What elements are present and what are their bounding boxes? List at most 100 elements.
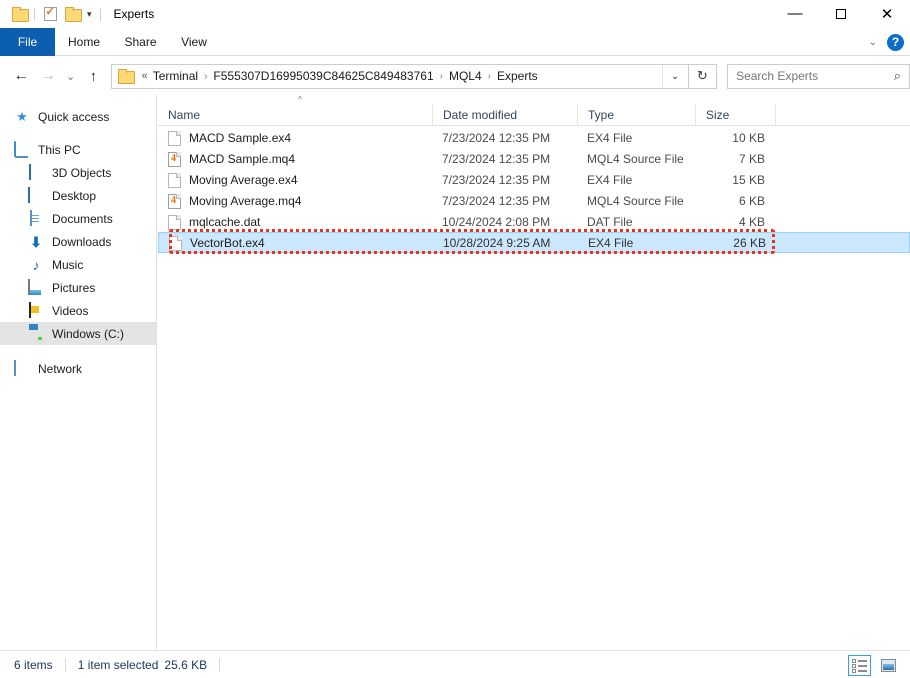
address-bar-row: ← → ⌄ ↑ « Terminal › F555307D16995039C84…: [0, 57, 910, 95]
address-bar[interactable]: « Terminal › F555307D16995039C84625C8494…: [110, 63, 689, 89]
column-header-size[interactable]: Size: [695, 103, 775, 126]
sidebar-item-videos[interactable]: Videos: [0, 299, 156, 322]
customize-caret-icon[interactable]: ▾: [83, 9, 96, 20]
breadcrumb-overflow-icon[interactable]: «: [140, 70, 153, 82]
sort-ascending-icon: ^: [298, 95, 302, 104]
sidebar-item-pictures[interactable]: Pictures: [0, 276, 156, 299]
tab-file[interactable]: File: [0, 28, 55, 56]
sidebar-item-label: Network: [38, 361, 83, 376]
sidebar-item-quick-access[interactable]: ★ Quick access: [0, 105, 156, 128]
window-title: Experts: [113, 7, 155, 21]
file-type: EX4 File: [588, 235, 634, 250]
generic-file-icon: [169, 235, 182, 251]
file-date: 7/23/2024 12:35 PM: [442, 172, 551, 187]
pictures-icon: [28, 278, 44, 296]
large-icons-view-icon: [881, 658, 896, 672]
file-list-pane: ^ Name Date modified Type Size MACD Samp…: [158, 95, 910, 650]
sidebar-item-label: Videos: [52, 303, 89, 318]
breadcrumb-separator-1[interactable]: ›: [198, 71, 213, 82]
window-controls: — ✕: [772, 0, 910, 28]
sidebar-item-label: Documents: [52, 211, 113, 226]
title-bar: ▾ Experts — ✕: [0, 0, 910, 28]
table-row[interactable]: MACD Sample.ex4 7/23/2024 12:35 PM EX4 F…: [158, 127, 910, 148]
breadcrumb-separator-3[interactable]: ›: [482, 71, 497, 82]
sidebar-item-music[interactable]: ♪ Music: [0, 253, 156, 276]
file-type: DAT File: [587, 214, 633, 229]
tab-view[interactable]: View: [168, 28, 220, 56]
table-row[interactable]: Moving Average.ex4 7/23/2024 12:35 PM EX…: [158, 169, 910, 190]
breadcrumb-item-mql4[interactable]: MQL4: [449, 69, 482, 83]
file-date: 7/23/2024 12:35 PM: [442, 151, 551, 166]
table-row[interactable]: mqlcache.dat 10/24/2024 2:08 PM DAT File…: [158, 211, 910, 232]
sidebar-item-desktop[interactable]: Desktop: [0, 184, 156, 207]
recent-locations-button[interactable]: ⌄: [61, 61, 80, 91]
file-name-cell: 4 MACD Sample.mq4: [158, 148, 432, 169]
generic-file-icon: [168, 172, 181, 188]
file-size: 7 KB: [738, 151, 765, 166]
table-row[interactable]: VectorBot.ex4 10/28/2024 9:25 AM EX4 Fil…: [158, 232, 910, 253]
minimize-button[interactable]: —: [772, 0, 818, 28]
tab-share[interactable]: Share: [113, 28, 168, 56]
file-name: MACD Sample.mq4: [189, 151, 296, 166]
file-size: 6 KB: [738, 193, 765, 208]
sidebar-item-network[interactable]: Network: [0, 357, 156, 380]
sidebar-item-label: 3D Objects: [52, 165, 112, 180]
mq4-file-icon: 4: [168, 151, 181, 167]
forward-button[interactable]: →: [35, 61, 62, 91]
table-row[interactable]: 4 MACD Sample.mq4 7/23/2024 12:35 PM MQL…: [158, 148, 910, 169]
address-dropdown-icon[interactable]: ⌄: [661, 64, 688, 88]
desktop-icon: [28, 186, 44, 204]
3d-objects-icon: [28, 163, 44, 181]
ribbon-tab-strip: File Home Share View ⌄ ?: [0, 28, 910, 56]
sidebar-item-windows-c[interactable]: Windows (C:): [0, 322, 156, 345]
file-date: 10/28/2024 9:25 AM: [443, 235, 551, 250]
search-box[interactable]: Search Experts ⌕: [727, 63, 910, 89]
file-type: EX4 File: [587, 172, 633, 187]
up-button[interactable]: ↑: [80, 61, 107, 91]
column-header-type[interactable]: Type: [577, 103, 695, 126]
maximize-button[interactable]: [818, 0, 864, 28]
file-name: mqlcache.dat: [189, 214, 261, 229]
new-folder-icon[interactable]: [61, 3, 83, 25]
search-input[interactable]: Search Experts: [736, 69, 894, 83]
file-type: EX4 File: [587, 130, 633, 145]
sidebar-item-downloads[interactable]: ⬇ Downloads: [0, 230, 156, 253]
search-icon[interactable]: ⌕: [894, 68, 901, 84]
sidebar-item-documents[interactable]: Documents: [0, 207, 156, 230]
properties-icon[interactable]: [39, 3, 61, 25]
back-button[interactable]: ←: [8, 61, 35, 91]
large-icons-view-button[interactable]: [877, 655, 900, 676]
generic-file-icon: [168, 130, 181, 146]
column-header-filler: [775, 103, 910, 126]
sidebar-item-label: This PC: [38, 142, 81, 157]
column-header-name[interactable]: Name: [158, 104, 432, 126]
chevron-down-icon[interactable]: ⌄: [869, 37, 877, 48]
status-divider-2: [219, 657, 221, 672]
sidebar-item-label: Music: [52, 257, 84, 272]
close-button[interactable]: ✕: [864, 0, 910, 28]
folder-icon[interactable]: [8, 3, 30, 25]
file-type: MQL4 Source File: [587, 193, 684, 208]
file-size: 26 KB: [733, 235, 766, 250]
details-view-button[interactable]: [848, 654, 871, 676]
file-name-cell: Moving Average.ex4: [158, 169, 432, 190]
sidebar-item-label: Downloads: [52, 234, 112, 249]
sidebar-item-label: Desktop: [52, 188, 97, 203]
refresh-button[interactable]: ↻: [688, 63, 718, 89]
videos-icon: [28, 301, 44, 319]
documents-icon: [28, 209, 44, 227]
sidebar-item-this-pc[interactable]: This PC: [0, 138, 156, 161]
tab-home[interactable]: Home: [55, 28, 113, 56]
breadcrumb-item-terminal[interactable]: Terminal: [153, 69, 198, 83]
table-row[interactable]: 4 Moving Average.mq4 7/23/2024 12:35 PM …: [158, 190, 910, 211]
file-date: 10/24/2024 2:08 PM: [442, 214, 551, 229]
breadcrumb-item-hash[interactable]: F555307D16995039C84625C849483761: [213, 69, 433, 83]
help-icon[interactable]: ?: [887, 33, 904, 51]
breadcrumb-item-experts[interactable]: Experts: [497, 69, 538, 83]
sidebar-item-3d-objects[interactable]: 3D Objects: [0, 161, 156, 184]
generic-file-icon: [168, 214, 181, 230]
breadcrumb-separator-2[interactable]: ›: [434, 71, 449, 82]
selection-size: 25.6 KB: [164, 657, 208, 672]
column-header-date-modified[interactable]: Date modified: [432, 103, 577, 126]
breadcrumb: « Terminal › F555307D16995039C84625C8494…: [112, 65, 662, 88]
